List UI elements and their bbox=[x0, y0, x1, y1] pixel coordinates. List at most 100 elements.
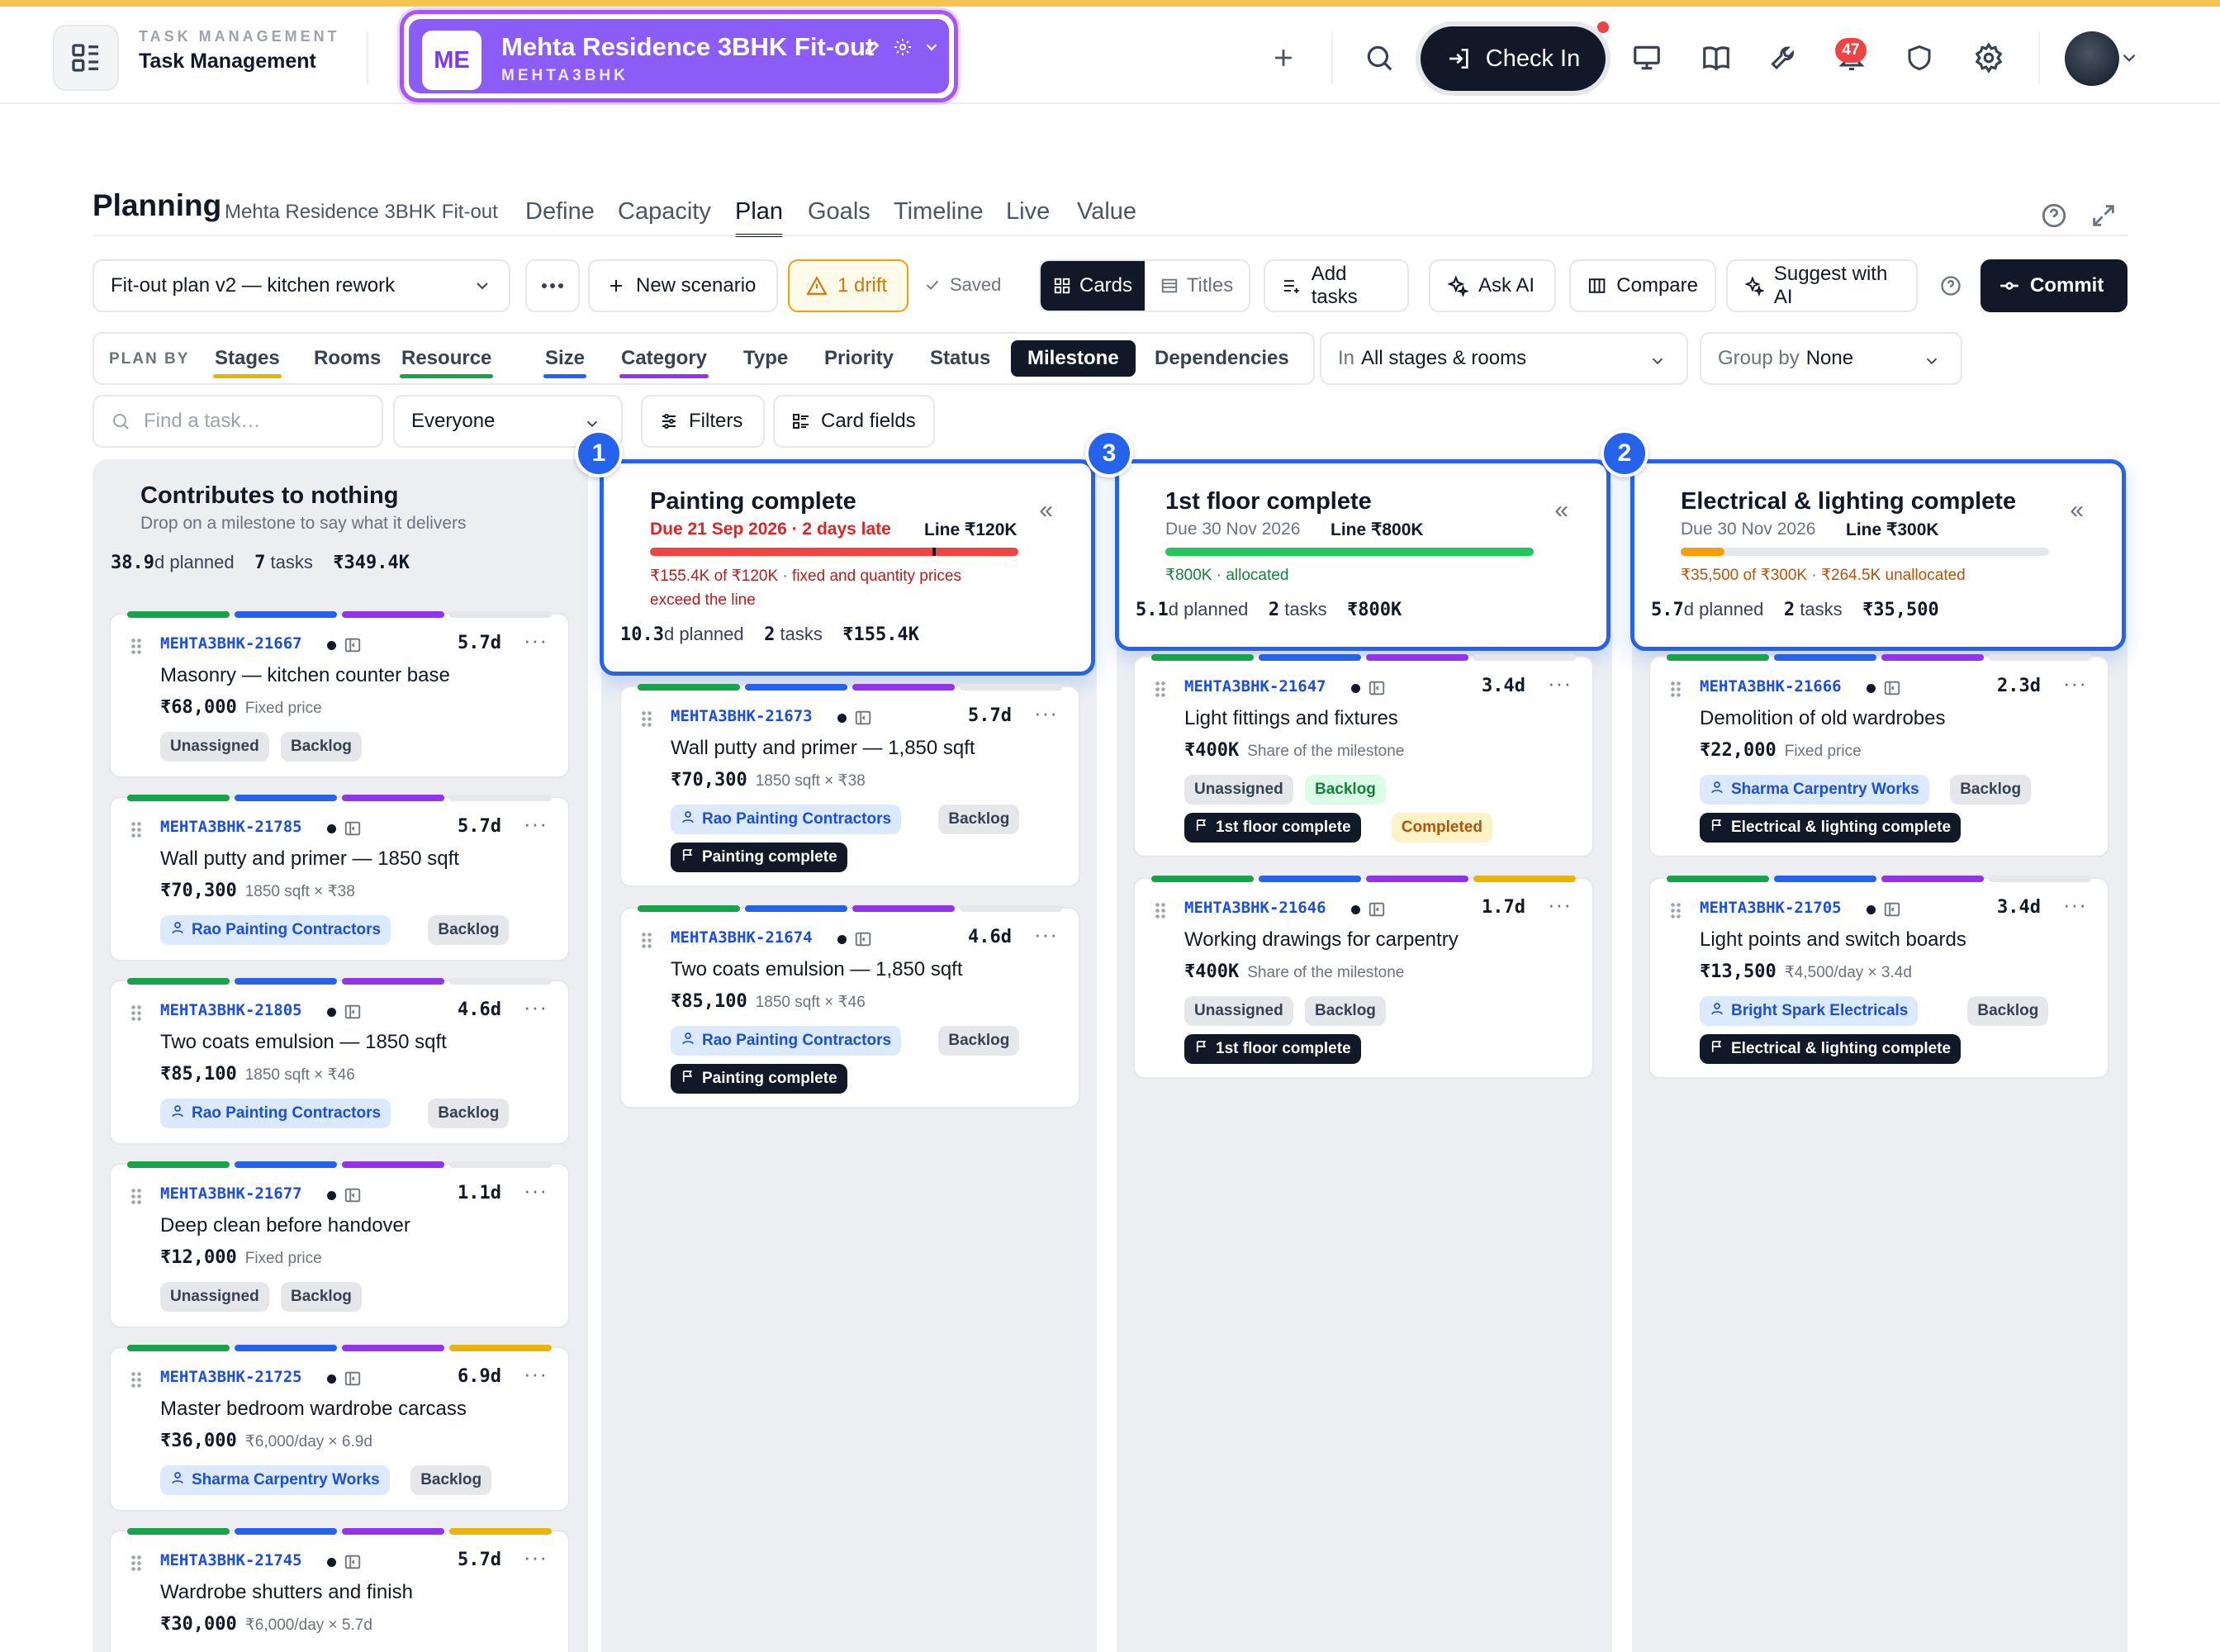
panel-icon[interactable] bbox=[344, 1186, 362, 1208]
project-selector[interactable]: ME Mehta Residence 3BHK Fit-out MEHTA3BH… bbox=[400, 10, 958, 102]
drag-handle-icon[interactable] bbox=[130, 638, 142, 656]
drag-handle-icon[interactable] bbox=[130, 1188, 142, 1206]
panel-icon[interactable] bbox=[344, 1003, 362, 1025]
new-scenario-button[interactable]: New scenario bbox=[588, 259, 778, 312]
planby-dependencies[interactable]: Dependencies bbox=[1155, 347, 1289, 370]
suggest-ai-button[interactable]: Suggest with AI bbox=[1726, 259, 1918, 312]
status-chip[interactable]: Backlog bbox=[281, 1282, 362, 1312]
panel-icon[interactable] bbox=[1368, 900, 1386, 923]
drag-handle-icon[interactable] bbox=[130, 1371, 142, 1389]
more-icon[interactable]: ··· bbox=[2063, 892, 2087, 918]
planby-type[interactable]: Type bbox=[743, 347, 788, 370]
task-card[interactable]: MEHTA3BHK-21646 1.7d ··· Working drawings f… bbox=[1133, 876, 1594, 1079]
task-id[interactable]: MEHTA3BHK-21725 bbox=[160, 1368, 302, 1386]
scope-select[interactable]: In All stages & rooms bbox=[1320, 332, 1688, 385]
scenario-select[interactable]: Fit-out plan v2 — kitchen rework bbox=[92, 259, 510, 312]
status-chip[interactable]: Unassigned bbox=[1184, 775, 1293, 805]
collapse-icon[interactable]: « bbox=[2070, 496, 2084, 525]
milestone-chip[interactable]: 1st floor complete bbox=[1184, 813, 1361, 843]
cards-view-button[interactable]: Cards bbox=[1041, 261, 1145, 311]
panel-icon[interactable] bbox=[1883, 900, 1901, 923]
task-card[interactable]: MEHTA3BHK-21745 5.7d ··· Wardrobe shutters … bbox=[109, 1528, 570, 1652]
status-chip[interactable]: Unassigned bbox=[1184, 996, 1293, 1026]
more-icon[interactable]: ··· bbox=[1034, 922, 1058, 947]
drag-handle-icon[interactable] bbox=[130, 1004, 142, 1023]
panel-icon[interactable] bbox=[1883, 679, 1901, 701]
titles-view-button[interactable]: Titles bbox=[1145, 261, 1249, 311]
group-by-select[interactable]: Group by None bbox=[1700, 332, 1962, 385]
assignee-chip[interactable]: Bright Spark Electricals bbox=[1700, 996, 1919, 1026]
tab-value[interactable]: Value bbox=[1077, 198, 1136, 225]
drag-handle-icon[interactable] bbox=[130, 1555, 142, 1573]
task-id[interactable]: MEHTA3BHK-21673 bbox=[671, 707, 813, 725]
panel-icon[interactable] bbox=[344, 1553, 362, 1575]
compare-button[interactable]: Compare bbox=[1569, 259, 1716, 312]
app-grid-icon[interactable] bbox=[53, 25, 119, 91]
expand-icon[interactable] bbox=[2090, 202, 2118, 234]
assignee-chip[interactable]: Sharma Carpentry Works bbox=[1700, 775, 1929, 805]
planby-rooms[interactable]: Rooms bbox=[314, 347, 381, 370]
tab-plan[interactable]: Plan bbox=[735, 198, 784, 237]
card-fields-button[interactable]: Card fields bbox=[773, 395, 935, 448]
more-icon[interactable]: ··· bbox=[524, 1545, 548, 1570]
planby-resource[interactable]: Resource bbox=[400, 347, 494, 378]
task-id[interactable]: MEHTA3BHK-21647 bbox=[1184, 677, 1326, 695]
milestone-chip[interactable]: 1st floor complete bbox=[1184, 1034, 1361, 1064]
ask-ai-button[interactable]: Ask AI bbox=[1429, 259, 1556, 312]
collapse-icon[interactable]: « bbox=[1039, 496, 1053, 525]
search-input[interactable]: Find a task… bbox=[92, 395, 383, 448]
assignee-chip[interactable]: Rao Painting Contractors bbox=[160, 1099, 391, 1128]
drag-handle-icon[interactable] bbox=[641, 932, 652, 950]
drag-handle-icon[interactable] bbox=[1670, 681, 1682, 699]
assignee-chip[interactable]: Sharma Carpentry Works bbox=[160, 1465, 390, 1495]
task-card[interactable]: MEHTA3BHK-21677 1.1d ··· Deep clean before … bbox=[109, 1161, 570, 1328]
settings-icon[interactable] bbox=[1957, 26, 2020, 89]
edit-icon[interactable] bbox=[863, 37, 883, 61]
task-card[interactable]: MEHTA3BHK-21805 4.6d ··· Two coats emulsion… bbox=[109, 978, 570, 1145]
more-icon[interactable]: ··· bbox=[524, 995, 548, 1020]
status-chip[interactable]: Backlog bbox=[1967, 996, 2049, 1026]
task-card[interactable]: MEHTA3BHK-21674 4.6d ··· Two coats emulsion… bbox=[619, 905, 1080, 1108]
filters-button[interactable]: Filters bbox=[641, 395, 765, 448]
status-chip[interactable]: Backlog bbox=[1950, 775, 2032, 805]
task-card[interactable]: MEHTA3BHK-21725 6.9d ··· Master bedroom war… bbox=[109, 1345, 570, 1512]
assignee-chip[interactable]: Rao Painting Contractors bbox=[671, 805, 902, 834]
help-icon[interactable] bbox=[1939, 274, 1962, 301]
more-icon[interactable]: ··· bbox=[524, 1178, 548, 1203]
milestone-chip[interactable]: Electrical & lighting complete bbox=[1700, 1034, 1961, 1064]
task-id[interactable]: MEHTA3BHK-21677 bbox=[160, 1184, 302, 1203]
planby-status[interactable]: Status bbox=[930, 347, 990, 370]
task-card[interactable]: MEHTA3BHK-21785 5.7d ··· Wall putty and pri… bbox=[109, 795, 570, 961]
planby-priority[interactable]: Priority bbox=[824, 347, 894, 370]
user-avatar[interactable] bbox=[2065, 31, 2119, 86]
milestone-chip[interactable]: Electrical & lighting complete bbox=[1700, 813, 1961, 843]
status-chip[interactable]: Unassigned bbox=[160, 732, 269, 762]
task-id[interactable]: MEHTA3BHK-21666 bbox=[1700, 677, 1842, 695]
task-card[interactable]: MEHTA3BHK-21705 3.4d ··· Light points and s… bbox=[1648, 876, 2109, 1079]
check-in-button[interactable]: Check In bbox=[1416, 21, 1610, 96]
more-icon[interactable] bbox=[525, 259, 580, 312]
shield-icon[interactable] bbox=[1888, 26, 1951, 89]
task-id[interactable]: MEHTA3BHK-21745 bbox=[160, 1551, 302, 1569]
collapse-icon[interactable]: « bbox=[1554, 496, 1568, 525]
chevron-down-icon[interactable] bbox=[923, 38, 941, 60]
assignee-chip[interactable]: Rao Painting Contractors bbox=[160, 915, 391, 945]
add-tasks-button[interactable]: Add tasks bbox=[1264, 259, 1409, 312]
status-chip[interactable]: Backlog bbox=[281, 732, 362, 762]
status-chip[interactable]: Backlog bbox=[938, 805, 1020, 834]
more-icon[interactable]: ··· bbox=[524, 1361, 548, 1387]
more-icon[interactable]: ··· bbox=[524, 811, 548, 837]
milestone-chip[interactable]: Painting complete bbox=[671, 1064, 847, 1094]
task-card[interactable]: MEHTA3BHK-21667 5.7d ··· Masonry — kitchen … bbox=[109, 611, 570, 778]
task-id[interactable]: MEHTA3BHK-21646 bbox=[1184, 899, 1326, 917]
status-chip[interactable]: Backlog bbox=[428, 1099, 510, 1128]
add-icon[interactable] bbox=[1252, 26, 1315, 89]
tab-capacity[interactable]: Capacity bbox=[618, 198, 711, 225]
more-icon[interactable]: ··· bbox=[1548, 671, 1572, 696]
milestone-header[interactable]: Painting complete Due 21 Sep 2026 · 2 da… bbox=[600, 459, 1095, 676]
gear-icon[interactable] bbox=[893, 37, 913, 61]
status-chip[interactable]: Backlog bbox=[1305, 996, 1386, 1026]
status-chip[interactable]: Unassigned bbox=[160, 1282, 269, 1312]
panel-icon[interactable] bbox=[1368, 679, 1386, 701]
status-chip[interactable]: Backlog bbox=[938, 1026, 1020, 1056]
